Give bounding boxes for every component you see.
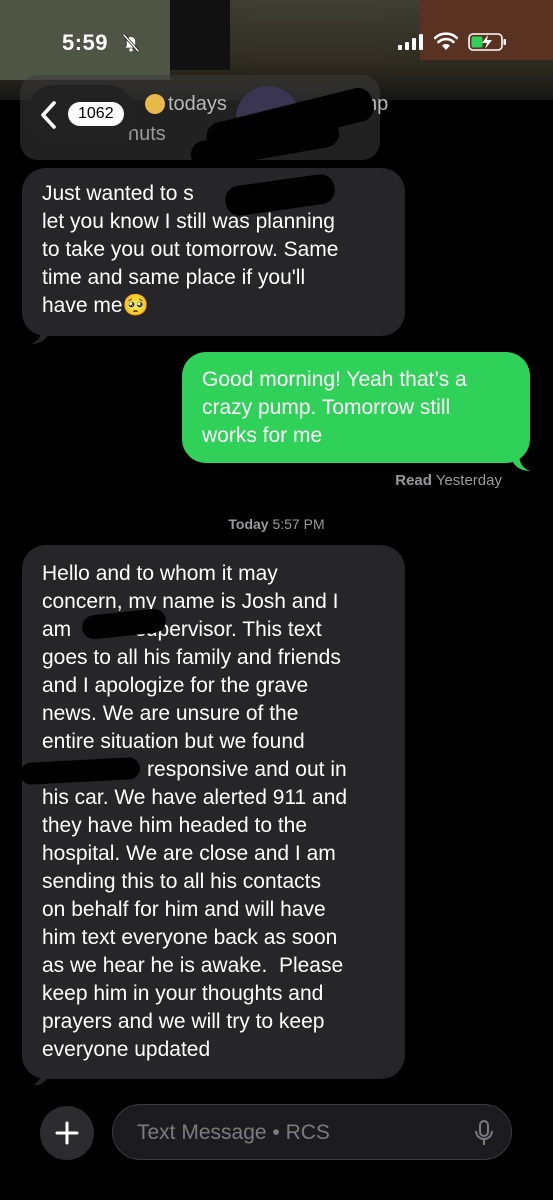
status-bar: 5:59	[0, 22, 553, 62]
signal-icon	[398, 34, 423, 50]
microphone-icon[interactable]	[473, 1119, 495, 1147]
battery-charging-icon	[468, 33, 506, 51]
message-input[interactable]	[135, 1105, 459, 1161]
status-time: 5:59	[62, 30, 109, 55]
message-text: Good morning! Yeah that’s a crazy pump. …	[202, 368, 467, 447]
add-attachment-button[interactable]	[40, 1106, 94, 1160]
message-text: Just wanted to s so to let you know I st…	[42, 182, 339, 317]
outgoing-message[interactable]: Good morning! Yeah that’s a crazy pump. …	[182, 352, 530, 463]
bell-slash-icon	[122, 33, 140, 53]
plus-icon	[55, 1121, 79, 1145]
unread-count-badge: 1062	[68, 102, 124, 126]
chevron-left-icon[interactable]	[38, 100, 60, 130]
read-receipt: Read Yesterday	[395, 472, 502, 489]
incoming-message[interactable]: Hello and to whom it may concern, my nam…	[22, 545, 405, 1079]
day-separator: Today 5:57 PM	[228, 516, 325, 532]
bubble-tail	[511, 453, 531, 471]
incoming-message[interactable]: Just wanted to s so to let you know I st…	[22, 168, 405, 336]
wifi-icon	[434, 32, 458, 50]
emoji-icon	[145, 94, 165, 114]
message-input-container[interactable]	[112, 1104, 512, 1161]
bubble-tail	[30, 326, 50, 344]
